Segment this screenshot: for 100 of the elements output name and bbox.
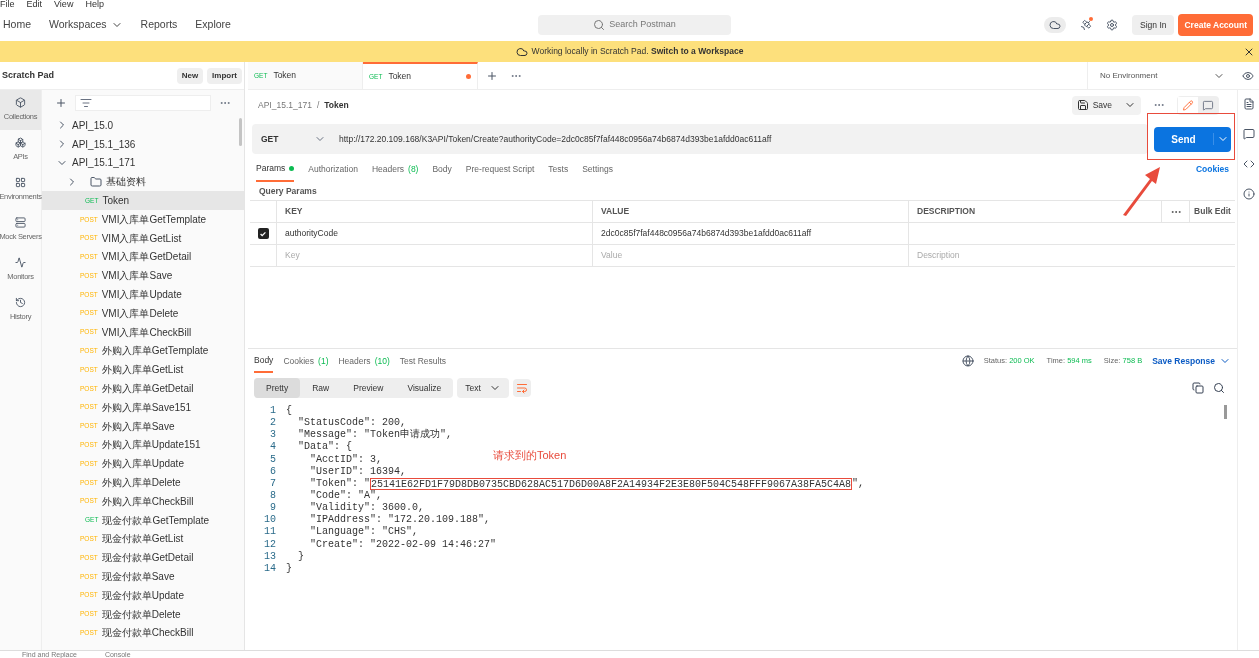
view-tab[interactable]: Raw [300,378,342,398]
line-number: 9 [270,502,276,515]
menu-item[interactable]: File [0,0,15,9]
sidebar-button[interactable]: Import [207,67,242,84]
request-section-tab[interactable]: Pre-request Script [465,156,535,182]
scrollbar[interactable] [1224,405,1227,419]
request-name: 外购入库单Update151 [101,438,201,453]
request-name: 外购入库单GetTemplate [101,344,209,359]
pulse-icon [15,257,26,269]
sync-button[interactable] [1044,17,1066,33]
request-section-tab[interactable]: Headers (8) [371,156,419,182]
request-section-tab[interactable]: Body [432,156,452,182]
line-number: 7 [270,477,276,490]
sign-in-button[interactable]: Sign In [1132,15,1175,35]
cloud-icon [1049,19,1061,31]
code-icon[interactable] [1242,158,1255,170]
eye-icon[interactable] [1242,69,1254,82]
folder-name[interactable]: 基础资料 [106,174,146,190]
collection-name[interactable]: API_15.1_136 [72,136,136,152]
table-cell[interactable]: 2dc0c85f7faf448c0956a74b6874d393be1afdd0ac611aff [593,223,909,244]
document-icon[interactable] [1242,98,1255,110]
satellite-icon[interactable] [1080,19,1092,31]
view-tab[interactable]: Visualize [395,378,454,398]
response-tab[interactable]: Headers (10) [338,349,390,373]
banner-text: Working locally in Scratch Pad. [531,45,650,58]
filter-icon [80,97,92,109]
code-line: "Create": "2022-02-09 14:46:27" [309,538,497,551]
environment-select[interactable]: No Environment [1087,62,1237,89]
collection-name[interactable]: API_15.1_171 [72,155,136,171]
method-select[interactable]: GET [252,132,332,146]
response-tab[interactable]: Test Results [399,349,447,373]
save-icon [1076,99,1089,111]
add-icon[interactable] [486,69,498,82]
copy-icon[interactable] [1192,382,1204,394]
nav-link[interactable]: Explore [195,17,231,33]
breadcrumb-current: Token [324,98,349,112]
filter-field[interactable] [75,95,211,111]
request-section-tab[interactable]: Authorization [308,156,358,182]
code-line: "Token": "25141E62FD1F79D8DB0735CBD628AC517D6D00A8F2A14934F2E3E80F504C548FFF9067A38FA5C4A8", [309,477,865,490]
menu-item[interactable]: View [54,0,74,9]
line-number: 3 [270,429,276,442]
search-field[interactable]: Search Postman [538,15,731,35]
view-tab[interactable]: Preview [341,378,396,398]
checkbox[interactable] [257,228,269,239]
folder-icon [90,175,102,188]
request-name: 外购入库单Save151 [101,400,192,415]
nav-link[interactable]: Reports [140,17,178,33]
response-tab[interactable]: Body [254,349,274,373]
check-icon [259,229,267,238]
sidebar-button[interactable]: New [176,67,204,84]
bulk-edit-link[interactable]: Bulk Edit [1190,201,1235,222]
request-section-tab[interactable]: Settings [582,156,613,182]
close-icon[interactable] [1243,46,1255,58]
save-response-button[interactable]: Save Response [1152,354,1231,368]
annotation-text: 请求到的Token [493,448,567,463]
request-section-tab[interactable]: Tests [548,156,569,182]
annotation-arrow [1120,165,1162,217]
section-title: Query Params [258,184,318,198]
request-section-tab[interactable]: Params [256,156,295,182]
search-placeholder: Search Postman [609,18,676,32]
add-icon[interactable] [55,97,67,109]
request-name: 现金付款单GetDetail [101,551,194,566]
info-icon[interactable] [1242,188,1255,200]
request-name: 外购入库单GetList [101,363,184,378]
request-name: 现金付款单CheckBill [101,626,194,641]
settings-icon[interactable] [1106,19,1118,31]
url-text: http://172.20.109.168/K3API/Token/Create?authorityCode=2dc0c85f7faf448c0956a74b6874d393be1afdd0ac611aff [338,132,772,146]
collection-name[interactable]: API_15.0 [72,117,114,133]
request-name: 外购入库单Save [101,419,175,434]
view-tab[interactable]: Pretty [254,378,301,398]
workspace-link[interactable]: Switch to a Workspace [650,45,744,58]
breadcrumb-link[interactable]: API_15.1_171 [258,98,312,112]
nav-link[interactable]: Workspaces [49,17,107,33]
server-icon [15,217,26,229]
response-tab[interactable]: Cookies (1) [283,349,329,373]
table-cell[interactable]: authorityCode [277,223,593,244]
code-line: "Language": "CHS", [309,526,419,539]
format-select[interactable]: Text [457,378,509,398]
cookies-link[interactable]: Cookies [1195,162,1229,176]
comment-icon[interactable] [1242,128,1255,140]
menu-item[interactable]: Help [85,0,104,9]
request-name: Token [102,194,130,209]
cubes-icon [15,137,26,149]
save-button[interactable]: Save [1071,95,1141,115]
column-header: KEY [277,201,593,222]
wrap-icon[interactable] [512,379,531,397]
line-number: 13 [264,550,276,563]
line-number: 14 [264,562,276,575]
scrollbar[interactable] [239,118,242,146]
menu-item[interactable]: Edit [26,0,43,9]
code-line: "Code": "A", [309,490,382,502]
nav-link[interactable]: Home [3,17,31,33]
url-bar[interactable]: GET http://172.20.109.168/K3API/Token/Create?authorityCode=2dc0c85f7faf448c0956a74b6874d393be1afdd0ac611aff [252,124,1148,154]
search-icon[interactable] [1213,382,1225,394]
request-name: 现金付款单GetList [101,532,184,547]
request-name: VMI入库单Delete [101,306,179,321]
edit-icon[interactable] [1178,96,1198,114]
send-button[interactable]: Send [1154,126,1231,152]
request-name: VMI入库单Save [101,269,173,284]
request-name: VMI入库单GetDetail [101,250,192,265]
